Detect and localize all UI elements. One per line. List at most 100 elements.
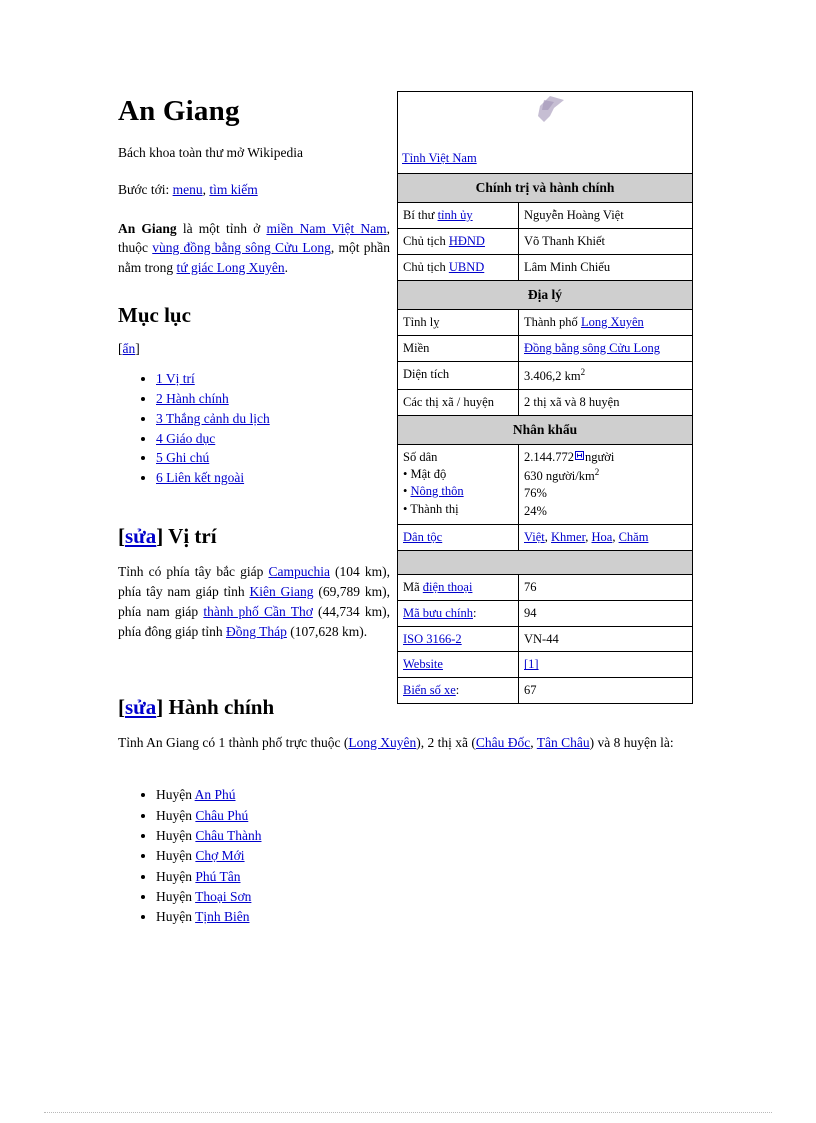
link-website-label[interactable]: Website xyxy=(403,657,443,671)
link-tan-chau[interactable]: Tân Châu xyxy=(537,735,590,750)
toc-link-2[interactable]: 2 Hành chính xyxy=(156,391,229,406)
district-prefix: Huyện xyxy=(156,848,196,864)
population-value-list: 2.144.772 người 630 người/km2 76% 24% xyxy=(524,449,687,520)
toc-link-4[interactable]: 4 Giáo dục xyxy=(156,431,215,446)
link-bien-so-xe[interactable]: Biển số xe xyxy=(403,683,456,697)
table-row: Số dân Mật độ Nông thôn Thành thị 2.144.… xyxy=(397,443,693,525)
jump-to-nav: Bước tới: menu, tìm kiếm xyxy=(118,182,398,199)
table-row: Biển số xe: 67 xyxy=(397,677,693,705)
hc-text-4: ) và 8 huyện là: xyxy=(589,734,674,750)
infobox-value-bien-so-xe: 67 xyxy=(518,677,693,705)
district-link-thoai-son[interactable]: Thoại Sơn xyxy=(195,889,251,904)
label-prefix: Chủ tịch xyxy=(403,259,449,274)
link-ethnic-hoa[interactable]: Hoa xyxy=(592,530,613,544)
link-nong-thon[interactable]: Nông thôn xyxy=(411,484,464,498)
infobox-header-row-demographics: Nhân khẩu xyxy=(397,414,693,445)
link-dong-bang-song-cuu-long-region[interactable]: Đồng bằng sông Cửu Long xyxy=(524,341,660,355)
infobox-value-ma-buu-chinh: 94 xyxy=(518,599,693,627)
label-suffix: : xyxy=(472,605,477,620)
toc-link-1[interactable]: 1 Vị trí xyxy=(156,371,195,386)
link-chau-doc[interactable]: Châu Đốc xyxy=(476,735,530,750)
district-prefix: Huyện xyxy=(156,909,196,925)
link-tinh-uy[interactable]: tỉnh ủy xyxy=(438,208,473,222)
section-title-hanh-chinh: Hành chính xyxy=(168,694,275,719)
link-dan-toc[interactable]: Dân tộc xyxy=(403,530,442,544)
infobox-value-dien-tich: 3.406,2 km2 xyxy=(518,360,693,390)
link-ma-buu-chinh[interactable]: Mã bưu chính xyxy=(403,606,473,620)
district-prefix: Huyện xyxy=(156,889,196,904)
label-mat-do: Mật độ xyxy=(403,466,513,483)
table-row: Miền Đồng bằng sông Cửu Long xyxy=(397,334,693,362)
district-link-tinh-bien[interactable]: Tịnh Biên xyxy=(195,909,249,924)
link-long-xuyen-city[interactable]: Long Xuyên xyxy=(581,315,644,329)
edit-section-link-vi-tri[interactable]: sửa xyxy=(125,524,156,548)
bracket-open: [ xyxy=(118,523,125,548)
density-unit-exponent: 2 xyxy=(594,467,600,478)
link-website-ref[interactable]: [1] xyxy=(524,657,539,671)
label-suffix: : xyxy=(455,683,460,698)
link-iso-3166-2[interactable]: ISO 3166-2 xyxy=(403,632,462,646)
infobox-label-bi-thu: Bí thư tỉnh ủy xyxy=(397,202,519,229)
link-dong-thap[interactable]: Đồng Tháp xyxy=(226,624,287,639)
toc-link-3[interactable]: 3 Thắng cảnh du lịch xyxy=(156,411,270,426)
vitri-text-1: Tỉnh có phía tây bắc giáp xyxy=(118,563,269,579)
link-campuchia[interactable]: Campuchia xyxy=(268,564,329,579)
toc-link-5[interactable]: 5 Ghi chú xyxy=(156,450,209,465)
density-value: 630 người/km xyxy=(524,469,595,484)
section-body-vi-tri: Tỉnh có phía tây bắc giáp Campuchia (104… xyxy=(118,562,390,643)
link-long-xuyen[interactable]: Long Xuyên xyxy=(348,735,416,750)
infobox-header-row-blank xyxy=(397,549,693,575)
jump-to-search-link[interactable]: tìm kiếm xyxy=(209,182,257,197)
infobox-label-mien: Miền xyxy=(397,334,519,362)
table-row: Bí thư tỉnh ủy Nguyễn Hoàng Việt xyxy=(397,202,693,229)
district-link-phu-tan[interactable]: Phú Tân xyxy=(195,869,240,884)
link-ethnic-viet[interactable]: Việt xyxy=(524,530,545,544)
infobox-value-mien: Đồng bằng sông Cửu Long xyxy=(518,334,693,362)
jump-to-label: Bước tới: xyxy=(118,181,170,197)
link-tinh-viet-nam[interactable]: Tỉnh Việt Nam xyxy=(402,151,477,165)
link-ethnic-khmer[interactable]: Khmer xyxy=(551,530,585,544)
section-body-hanh-chinh: Tỉnh An Giang có 1 thành phố trực thuộc … xyxy=(118,733,693,753)
footnote-marker-icon[interactable] xyxy=(575,450,584,460)
link-dong-bang-song-cuu-long[interactable]: vùng đồng bằng sông Cửu Long xyxy=(152,240,331,255)
infobox-label-chu-tich-hdnd: Chủ tịch HĐND xyxy=(397,227,519,255)
district-list: Huyện An Phú Huyện Châu Phú Huyện Châu T… xyxy=(118,787,693,926)
table-row: Mã điện thoại 76 xyxy=(397,573,693,601)
population-unit: người xyxy=(585,449,615,464)
toc-link-6[interactable]: 6 Liên kết ngoài xyxy=(156,470,244,485)
hc-text-2: ), 2 thị xã ( xyxy=(416,734,476,750)
population-label-list: Số dân Mật độ Nông thôn Thành thị xyxy=(403,449,513,518)
link-mien-nam-viet-nam[interactable]: miền Nam Việt Nam xyxy=(266,221,386,236)
infobox-value-chu-tich-hdnd: Võ Thanh Khiết xyxy=(518,227,693,255)
infobox-header-row-geography: Địa lý xyxy=(397,279,693,310)
link-tu-giac-long-xuyen[interactable]: tứ giác Long Xuyên xyxy=(177,260,285,275)
infobox-header-blank xyxy=(397,549,693,575)
edit-section-link-hanh-chinh[interactable]: sửa xyxy=(125,695,156,719)
infobox-header-politics: Chính trị và hành chính xyxy=(397,172,693,204)
infobox-header-geography: Địa lý xyxy=(397,279,693,310)
district-link-cho-moi[interactable]: Chợ Mới xyxy=(195,848,244,863)
area-unit-exponent: 2 xyxy=(580,366,586,377)
district-link-an-phu[interactable]: An Phú xyxy=(195,787,236,802)
link-kien-giang[interactable]: Kiên Giang xyxy=(249,584,313,599)
district-link-chau-thanh[interactable]: Châu Thành xyxy=(195,828,261,843)
page-title: An Giang xyxy=(118,95,240,127)
link-ubnd[interactable]: UBND xyxy=(449,260,484,274)
infobox-label-ma-dien-thoai: Mã điện thoại xyxy=(397,573,519,601)
label-prefix: Bí thư xyxy=(403,208,438,223)
district-prefix: Huyện xyxy=(156,787,195,803)
link-thanh-pho-can-tho[interactable]: thành phố Cần Thơ xyxy=(203,604,313,619)
link-hdnd[interactable]: HĐND xyxy=(449,234,485,248)
infobox-label-tinh-ly: Tỉnh lỵ xyxy=(397,308,519,336)
district-link-chau-phu[interactable]: Châu Phú xyxy=(195,808,248,823)
table-row: Tỉnh lỵ Thành phố Long Xuyên xyxy=(397,308,693,336)
toc-hide-link[interactable]: ẩn xyxy=(123,341,136,356)
link-dien-thoai[interactable]: điện thoại xyxy=(423,580,473,594)
link-ethnic-cham[interactable]: Chăm xyxy=(619,530,649,544)
table-row: Các thị xã / huyện 2 thị xã và 8 huyện xyxy=(397,388,693,416)
jump-to-menu-link[interactable]: menu xyxy=(173,182,203,197)
infobox-label-bien-so-xe: Biển số xe: xyxy=(397,677,519,705)
bracket-close: ] xyxy=(156,694,164,719)
lead-paragraph: An Giang là một tỉnh ở miền Nam Việt Nam… xyxy=(118,219,390,278)
